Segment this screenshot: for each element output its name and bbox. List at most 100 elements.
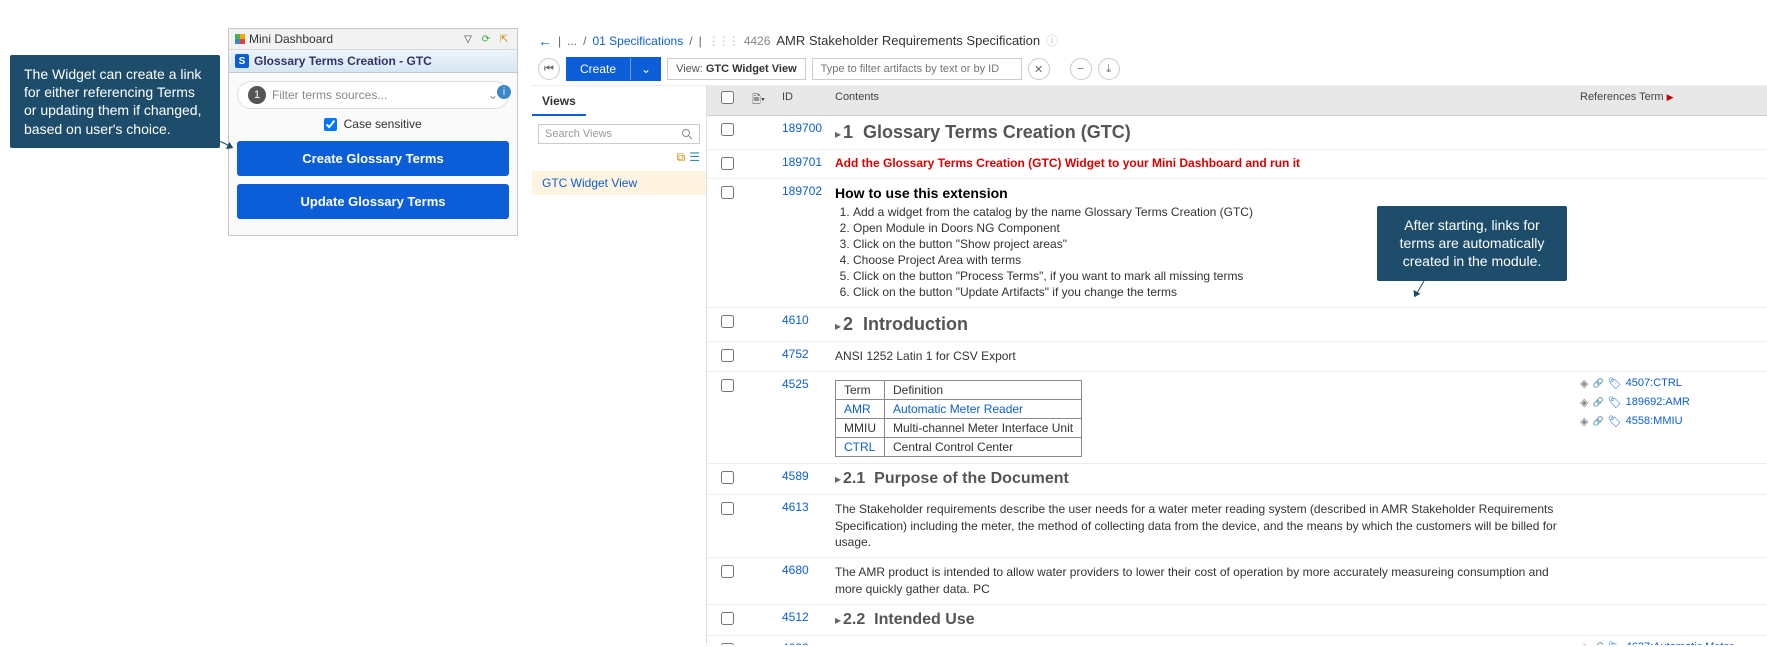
drag-handle-icon[interactable]: ⋮⋮⋮ [708,34,738,48]
table-row: 4680 The AMR product is intended to allow… [707,558,1767,605]
artifact-content[interactable]: ▸1 Glossary Terms Creation (GTC) [827,116,1572,149]
references-cell [1572,605,1767,635]
toolbar: ⏮ Create ⌄ View: GTC Widget View ✕ − ⤓ [532,53,1767,86]
row-checkbox[interactable] [721,315,734,328]
view-list-icon[interactable]: ☰ [689,150,700,165]
references-cell [1572,116,1767,149]
artifact-content[interactable]: ▸2.2 Intended Use [827,605,1572,635]
widget-logo-icon: S [235,54,249,68]
artifact-id-link[interactable]: 4525 [782,377,809,391]
artifact-id-link[interactable]: 189701 [782,155,822,169]
row-checkbox[interactable] [721,123,734,136]
artifact-id-link[interactable]: 4752 [782,347,809,361]
select-all-checkbox[interactable] [721,91,734,104]
widget-title: Glossary Terms Creation - GTC [254,54,511,68]
tag-icon: 🏷 [1608,415,1622,428]
create-glossary-button[interactable]: Create Glossary Terms [237,141,509,176]
views-tab[interactable]: Views [532,86,586,116]
col-format[interactable]: 🗎▾ [747,86,777,115]
views-panel: Views Search Views ⧉ ☰ GTC Widget View [532,86,707,645]
view-item-gtc[interactable]: GTC Widget View [532,171,706,195]
col-ref-header[interactable]: References Term ▶ [1572,86,1767,115]
artifact-content[interactable]: TermDefinitionAMRAutomatic Meter ReaderM… [827,372,1572,463]
row-checkbox[interactable] [721,502,734,515]
artifact-id-link[interactable]: 4680 [782,563,809,577]
breadcrumb: ← | ... / 01 Specifications / | ⋮⋮⋮ 4426… [532,28,1767,53]
module-id: 4426 [744,34,771,48]
artifact-id-link[interactable]: 4589 [782,469,809,483]
artifact-content[interactable]: Add the Glossary Terms Creation (GTC) Wi… [827,150,1572,178]
row-checkbox[interactable] [721,471,734,484]
reference-link[interactable]: ◈🔗🏷4558:MMIU [1580,415,1759,428]
table-row: 4623 The Automatic Meter Reader is intend… [707,636,1767,645]
help-icon[interactable]: ⓘ [1046,32,1058,49]
filter-sources-dropdown[interactable]: 1 Filter terms sources... ⌄ [237,81,509,109]
col-contents-header[interactable]: Contents [827,86,1572,115]
artifact-content[interactable]: The Automatic Meter Reader is intended f… [827,636,1572,645]
views-search-input[interactable]: Search Views [538,124,700,144]
go-first-button[interactable]: ⏮ [538,58,560,80]
table-row: 4512 ▸2.2 Intended Use [707,605,1767,636]
link-icon: 🔗 [1592,397,1603,408]
artifact-content[interactable]: The AMR product is intended to allow wat… [827,558,1572,604]
row-checkbox[interactable] [721,157,734,170]
tag-icon: 🏷 [1608,377,1622,390]
table-row: 189702How to use this extensionAdd a wid… [707,179,1767,308]
create-button[interactable]: Create ⌄ [566,57,661,81]
artifact-content[interactable]: ▸2.1 Purpose of the Document [827,464,1572,494]
sort-icon: ▶ [1667,92,1674,102]
references-cell [1572,464,1767,494]
reference-link[interactable]: ◈🔗🏷4507:CTRL [1580,377,1759,390]
views-search-placeholder: Search Views [545,128,612,140]
artifact-id-link[interactable]: 189700 [782,121,822,135]
artifact-grid: 🗎▾ ID Contents References Term ▶ 189700 ▸… [707,86,1767,645]
breadcrumb-ellipsis: ... [567,34,577,48]
link-icon: 🔗 [1592,416,1603,427]
diamond-icon: ◈ [1580,641,1588,645]
view-tree-icon[interactable]: ⧉ [677,150,686,165]
sep: | [558,34,561,48]
artifact-id-link[interactable]: 4613 [782,500,809,514]
collapse-button[interactable]: − [1070,58,1092,80]
expand-button[interactable]: ⤓ [1098,58,1120,80]
view-selector[interactable]: View: GTC Widget View [667,58,806,80]
reference-link[interactable]: ◈🔗🏷4637:Automatic Meter... [1580,641,1759,645]
reference-link[interactable]: ◈🔗🏷189692:AMR [1580,396,1759,409]
artifact-content[interactable]: ANSI 1252 Latin 1 for CSV Export [827,342,1572,371]
case-sensitive-checkbox[interactable] [324,118,337,131]
row-checkbox[interactable] [721,379,734,392]
row-checkbox[interactable] [721,186,734,199]
row-checkbox[interactable] [721,349,734,362]
row-checkbox[interactable] [721,612,734,625]
references-cell [1572,495,1767,557]
clear-filter-button[interactable]: ✕ [1028,58,1050,80]
widget-body: 1 Filter terms sources... ⌄ Case sensiti… [229,73,517,235]
row-checkbox[interactable] [721,565,734,578]
filter-input[interactable] [812,58,1022,80]
artifact-content[interactable]: The Stakeholder requirements describe th… [827,495,1572,557]
dashboard-dropdown[interactable]: ▽ [461,32,475,46]
case-sensitive-label: Case sensitive [344,117,422,131]
artifact-content[interactable]: ▸2 Introduction [827,308,1572,341]
row-checkbox[interactable] [721,643,734,645]
references-cell [1572,342,1767,371]
view-name: GTC Widget View [706,63,797,75]
view-label: View: [676,63,703,75]
artifact-id-link[interactable]: 189702 [782,184,822,198]
dashboard-refresh-icon[interactable]: ⟳ [479,32,493,46]
artifact-id-link[interactable]: 4512 [782,610,809,624]
info-icon[interactable]: i [497,85,511,99]
back-arrow-icon[interactable]: ← [538,33,552,49]
module-title: AMR Stakeholder Requirements Specificati… [776,33,1040,48]
artifact-id-link[interactable]: 4610 [782,313,809,327]
create-dropdown-icon[interactable]: ⌄ [630,58,661,80]
col-id-header[interactable]: ID [777,86,827,115]
col-checkbox[interactable] [707,86,747,115]
dashboard-expand-icon[interactable]: ⇱ [497,32,511,46]
update-glossary-button[interactable]: Update Glossary Terms [237,184,509,219]
sep: | [699,34,702,48]
breadcrumb-spec-link[interactable]: 01 Specifications [592,34,683,48]
main-app: ← | ... / 01 Specifications / | ⋮⋮⋮ 4426… [532,28,1767,647]
artifact-id-link[interactable]: 4623 [782,641,809,645]
table-row: 4752 ANSI 1252 Latin 1 for CSV Export [707,342,1767,372]
